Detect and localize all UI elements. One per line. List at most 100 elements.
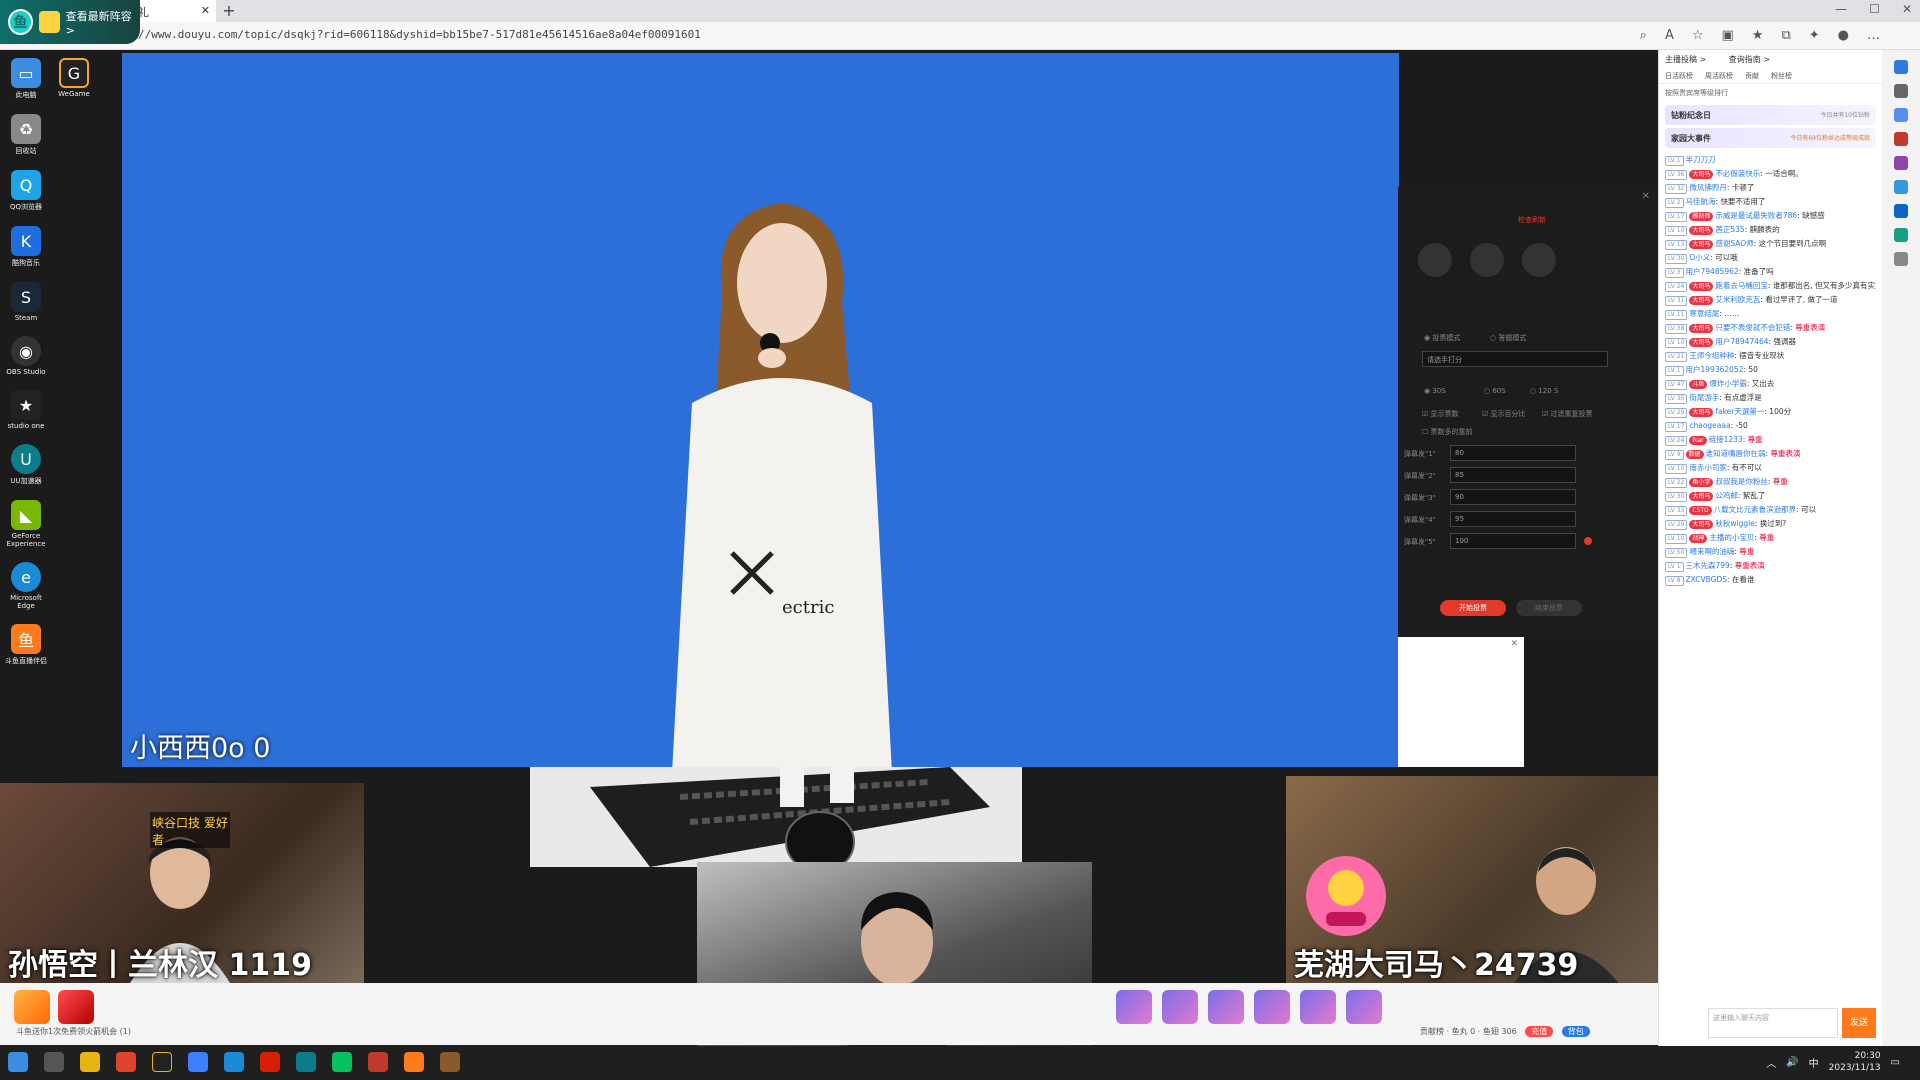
option-input[interactable]: 85 (1450, 467, 1576, 483)
gift-icon[interactable] (1300, 990, 1336, 1024)
close-window-icon[interactable]: ✕ (1902, 2, 1912, 16)
chrome-icon[interactable] (80, 1052, 100, 1072)
chat-username[interactable]: 只要不表俊就不会犯错 (1715, 323, 1790, 332)
chat-username[interactable]: 用户199362052 (1686, 365, 1744, 374)
dialog-close-icon[interactable]: ✕ (1642, 191, 1650, 202)
tab-weekly[interactable]: 周活跃榜 (1705, 71, 1733, 81)
gift-icon[interactable] (1208, 990, 1244, 1024)
chat-username[interactable]: 爆炸小学霸 (1709, 379, 1747, 388)
app-icon[interactable] (152, 1052, 172, 1072)
notification-icon[interactable] (1894, 60, 1908, 74)
url-field[interactable]: //www.douyu.com/topic/dsqkj?rid=606118&d… (138, 28, 701, 41)
desktop-icon-wegame[interactable]: G WeGame (50, 58, 98, 98)
send-button[interactable]: 发送 (1842, 1008, 1876, 1038)
desktop-icon-uu[interactable]: U UU加速器 (2, 444, 50, 486)
browser-tab[interactable]: 礼 ✕ (132, 0, 216, 22)
extensions-icon[interactable]: ✦ (1809, 28, 1820, 43)
edge-icon[interactable] (224, 1052, 244, 1072)
shopping-icon[interactable] (1894, 132, 1908, 146)
time-30-radio[interactable]: ◉ 30S (1424, 387, 1446, 395)
chat-input[interactable]: 这里输入聊天内容 (1708, 1008, 1838, 1038)
gift-icon[interactable] (1346, 990, 1382, 1024)
option-input[interactable]: 95 (1450, 511, 1576, 527)
mode-vote-radio[interactable]: ◉ 投票模式 (1424, 333, 1460, 343)
promo-badge[interactable]: 鱼 查看最新阵容 > (0, 0, 140, 44)
chat-username[interactable]: 叔叔我是你粉丝 (1715, 477, 1768, 486)
desktop-icon-studio-one[interactable]: ★ studio one (2, 390, 50, 430)
app-icon[interactable] (368, 1052, 388, 1072)
start-icon[interactable] (8, 1052, 28, 1072)
wechat-icon[interactable] (332, 1052, 352, 1072)
chat-username[interactable]: 寒意结尾 (1689, 309, 1719, 318)
favorites-icon[interactable]: ★ (1752, 28, 1764, 43)
chat-username[interactable]: 秋秋wiggle (1715, 519, 1754, 528)
tab-contrib[interactable]: 贡献 (1745, 71, 1759, 81)
chat-username[interactable]: 八载文比元素鲁滨逊那界 (1714, 505, 1797, 514)
app-icon[interactable] (440, 1052, 460, 1072)
person-icon[interactable] (1894, 156, 1908, 170)
filter-duplicate-checkbox[interactable]: ☑ 过滤重复投票 (1542, 409, 1593, 419)
chat-username[interactable]: 示威是最试最失败者786 (1715, 211, 1797, 220)
backpack-button[interactable]: 背包 (1561, 1026, 1590, 1037)
zoom-icon[interactable]: ⌕ (1640, 28, 1647, 43)
mode-quiz-radio[interactable]: ○ 答题模式 (1490, 333, 1526, 343)
stream-video[interactable]: ectric 小西西0o 0 (122, 53, 1399, 767)
vote-topic-input[interactable]: 请选手打分 (1422, 351, 1608, 367)
notification-center-icon[interactable]: ▭ (1891, 1057, 1900, 1068)
favorite-star-icon[interactable]: ☆ (1692, 28, 1704, 43)
send-icon[interactable] (1894, 228, 1908, 242)
desktop-icon-douyu[interactable]: 鱼斗鱼直播伴侣 (2, 624, 50, 666)
add-icon[interactable] (1894, 252, 1908, 266)
lang-indicator[interactable]: 中 (1809, 1055, 1819, 1070)
split-screen-icon[interactable]: ▣ (1722, 28, 1734, 43)
tools-icon[interactable] (1894, 108, 1908, 122)
time-custom-radio[interactable]: ○ 120 S (1530, 387, 1558, 395)
chat-username[interactable]: 微风拂煦丹 (1689, 183, 1727, 192)
refresh-link[interactable]: 检查刷新 (1518, 215, 1546, 225)
desktop-icon-pc[interactable]: ▭ 此电脑 (2, 58, 50, 100)
family-event-banner[interactable]: 家园大事件 今日有69位粉丝达成等级成就 (1665, 128, 1876, 148)
minimize-icon[interactable]: — (1835, 2, 1847, 16)
search-icon[interactable] (44, 1052, 64, 1072)
collections-icon[interactable]: ⧉ (1781, 28, 1790, 43)
chat-username[interactable]: 用户79485962 (1686, 267, 1739, 276)
post-link[interactable]: 主播投稿 > (1665, 55, 1706, 64)
volume-icon[interactable]: 🔊 (1786, 1057, 1798, 1068)
gift-icon[interactable] (1254, 990, 1290, 1024)
search-icon[interactable] (1894, 84, 1908, 98)
desktop-icon-steam[interactable]: S Steam (2, 282, 50, 322)
desktop-icon-kugou[interactable]: K 酷狗音乐 (2, 226, 50, 268)
sort-checkbox[interactable]: ☐ 票数多的靠前 (1422, 427, 1473, 437)
chat-username[interactable]: 三木先森799 (1686, 561, 1730, 570)
guide-link[interactable]: 查询指南 > (1729, 55, 1770, 64)
recharge-button[interactable]: 充值 (1525, 1026, 1554, 1037)
app-icon[interactable] (116, 1052, 136, 1072)
chat-username[interactable]: 谁知道嘴唇你在弱 (1706, 449, 1766, 458)
chat-username[interactable]: 喂来啊的油嗨 (1689, 547, 1734, 556)
show-votes-checkbox[interactable]: ☑ 显示票数 (1422, 409, 1459, 419)
tab-fans[interactable]: 粉丝榜 (1771, 71, 1792, 81)
chat-username[interactable]: 艾米利欧克瓦 (1715, 295, 1760, 304)
fan-anniversary-banner[interactable]: 钻粉纪念日 今日共有10位钻粉 (1665, 105, 1876, 125)
app-icon[interactable] (188, 1052, 208, 1072)
option-input[interactable]: 100 (1450, 533, 1576, 549)
chat-username[interactable]: 主播的小宝贝 (1709, 533, 1754, 542)
blank-window-close-icon[interactable]: ✕ (1510, 639, 1518, 649)
time-60-radio[interactable]: ○ 60S (1484, 387, 1506, 395)
chat-username[interactable]: 用户78947464 (1715, 337, 1768, 346)
desktop-icon-qqbrowser[interactable]: Q QQ浏览器 (2, 170, 50, 212)
chat-username[interactable]: 南赤小司家 (1689, 463, 1727, 472)
chat-username[interactable]: 跑着去马桶回宝 (1715, 281, 1768, 290)
chat-username[interactable]: chaogeaaa (1689, 421, 1730, 430)
start-vote-button[interactable]: 开始投票 (1440, 600, 1506, 616)
remove-option-icon[interactable] (1584, 537, 1592, 545)
activity-badge-icon[interactable] (14, 990, 50, 1024)
chat-username[interactable]: 感谢SAO师 (1715, 239, 1753, 248)
gift-icon[interactable] (1116, 990, 1152, 1024)
more-menu-icon[interactable]: … (1867, 28, 1880, 43)
netease-music-icon[interactable] (260, 1052, 280, 1072)
desktop-icon-edge[interactable]: e Microsoft Edge (2, 562, 50, 610)
chat-username[interactable]: 茜正535 (1715, 225, 1744, 234)
chat-username[interactable]: 链接1233 (1709, 435, 1743, 444)
tab-daily[interactable]: 日活跃榜 (1665, 71, 1693, 81)
